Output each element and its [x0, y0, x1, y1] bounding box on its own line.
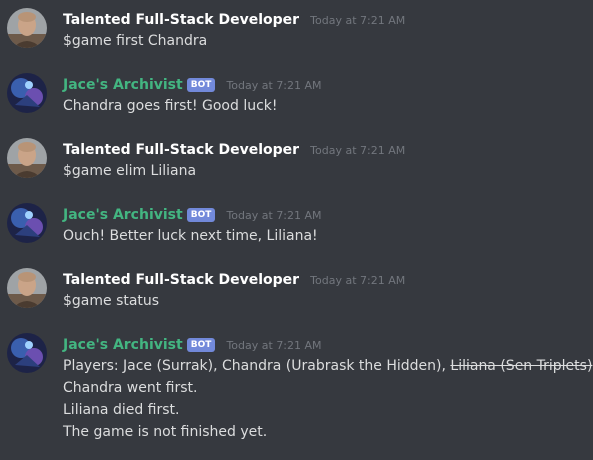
author-name[interactable]: Talented Full-Stack Developer: [63, 142, 299, 158]
message-line: $game status: [63, 293, 160, 309]
bot-tag: BOT: [186, 78, 216, 92]
message-content: $game status: [63, 290, 588, 312]
bot-avatar[interactable]: [7, 203, 47, 243]
bot-avatar[interactable]: [7, 333, 47, 373]
message-line: The game is not finished yet.: [63, 424, 268, 440]
message-line: Ouch! Better luck next time, Liliana!: [63, 228, 318, 244]
bot-avatar[interactable]: [7, 73, 47, 113]
user-avatar[interactable]: [7, 8, 47, 48]
eliminated-player: Liliana (Sen Triplets): [450, 358, 593, 374]
timestamp[interactable]: Today at 7:21 AM: [226, 79, 321, 92]
message-line: Chandra went first.: [63, 380, 198, 396]
message-line: Chandra goes first! Good luck!: [63, 98, 278, 114]
players-line: Players: Jace (Surrak), Chandra (Urabras…: [63, 355, 592, 377]
message-content: Ouch! Better luck next time, Liliana!: [63, 225, 588, 247]
chat-log: Talented Full-Stack Developer Today at 7…: [0, 0, 593, 460]
timestamp[interactable]: Today at 7:21 AM: [310, 14, 405, 27]
author-name[interactable]: Jace's Archivist: [63, 77, 183, 93]
message-line: $game first Chandra: [63, 33, 208, 49]
message-content: Players: Jace (Surrak), Chandra (Urabras…: [63, 355, 592, 443]
author-name[interactable]: Jace's Archivist: [63, 207, 183, 223]
author-name[interactable]: Talented Full-Stack Developer: [63, 12, 299, 28]
timestamp[interactable]: Today at 7:21 AM: [310, 144, 405, 157]
message-line: $game elim Liliana: [63, 163, 197, 179]
user-avatar[interactable]: [7, 138, 47, 178]
message-line: Liliana died first.: [63, 402, 180, 418]
bot-tag: BOT: [186, 338, 216, 352]
message-content: Chandra goes first! Good luck!: [63, 95, 588, 117]
players-prefix: Players: Jace (Surrak), Chandra (Urabras…: [63, 358, 451, 374]
timestamp[interactable]: Today at 7:21 AM: [226, 339, 321, 352]
message-content: $game elim Liliana: [63, 160, 588, 182]
author-name[interactable]: Jace's Archivist: [63, 337, 183, 353]
timestamp[interactable]: Today at 7:21 AM: [310, 274, 405, 287]
author-name[interactable]: Talented Full-Stack Developer: [63, 272, 299, 288]
user-avatar[interactable]: [7, 268, 47, 308]
bot-tag: BOT: [186, 208, 216, 222]
message-content: $game first Chandra: [63, 30, 588, 52]
timestamp[interactable]: Today at 7:21 AM: [226, 209, 321, 222]
